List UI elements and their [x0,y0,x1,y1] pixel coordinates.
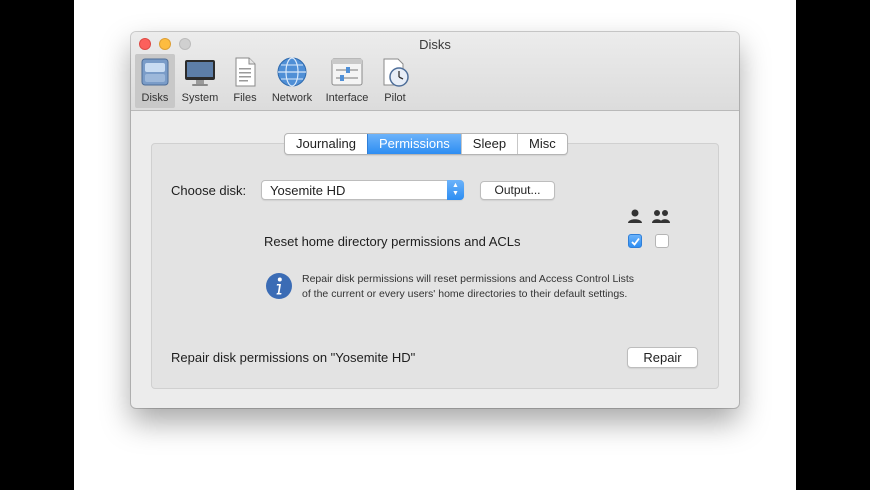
updown-arrows-icon: ▲ ▼ [447,180,464,200]
toolbar-item-interface[interactable]: Interface [322,54,372,108]
toolbar-label: Files [233,92,257,104]
tab-misc[interactable]: Misc [517,134,567,154]
tab-journaling[interactable]: Journaling [285,134,367,154]
output-button[interactable]: Output... [480,181,555,200]
disk-select[interactable]: Yosemite HD ▲ ▼ [261,180,464,200]
files-icon [235,57,256,87]
info-line: of the current or every users' home dire… [302,288,628,300]
network-globe-icon [277,57,307,87]
multiple-users-icon [652,210,670,223]
app-window: Disks Disks System Files Network Interfa… [131,32,739,408]
choose-disk-label: Choose disk: [171,183,247,198]
tab-permissions[interactable]: Permissions [367,134,461,154]
toolbar-item-files[interactable]: Files [227,54,263,108]
toolbar-label: Interface [325,92,369,104]
toolbar-item-network[interactable]: Network [268,54,316,108]
info-description: Repair disk permissions will reset permi… [302,272,682,302]
toolbar-label: Network [271,92,313,104]
info-line: Repair disk permissions will reset permi… [302,273,635,285]
checkmark-icon [631,237,640,246]
tab-sleep[interactable]: Sleep [460,134,517,154]
toolbar-item-disks[interactable]: Disks [135,54,175,108]
repair-permissions-label: Repair disk permissions on "Yosemite HD" [171,350,416,365]
single-user-icon [628,209,642,223]
permissions-panel: Choose disk: Yosemite HD ▲ ▼ Output... Re… [151,143,719,389]
toolbar-item-system[interactable]: System [177,54,223,108]
toolbar-label: Disks [141,92,169,104]
pilot-clock-icon [383,58,409,87]
reset-permissions-label: Reset home directory permissions and ACL… [264,234,521,249]
system-monitor-icon [185,60,215,86]
info-icon [266,273,292,299]
toolbar-label: Pilot [384,92,406,104]
reset-all-users-checkbox[interactable] [655,234,669,248]
preferences-content: Journaling Permissions Sleep Misc Choose… [131,111,739,408]
repair-button[interactable]: Repair [627,347,698,368]
window-title: Disks [419,37,451,52]
interface-sliders-icon [331,58,363,86]
disk-select-value: Yosemite HD [270,183,346,198]
toolbar-item-pilot[interactable]: Pilot [377,54,413,108]
disks-icon [141,58,169,86]
toolbar: Disks Disks System Files Network Interfa… [131,32,739,111]
tab-bar: Journaling Permissions Sleep Misc [284,133,568,155]
reset-current-user-checkbox[interactable] [628,234,642,248]
toolbar-label: System [181,92,219,104]
